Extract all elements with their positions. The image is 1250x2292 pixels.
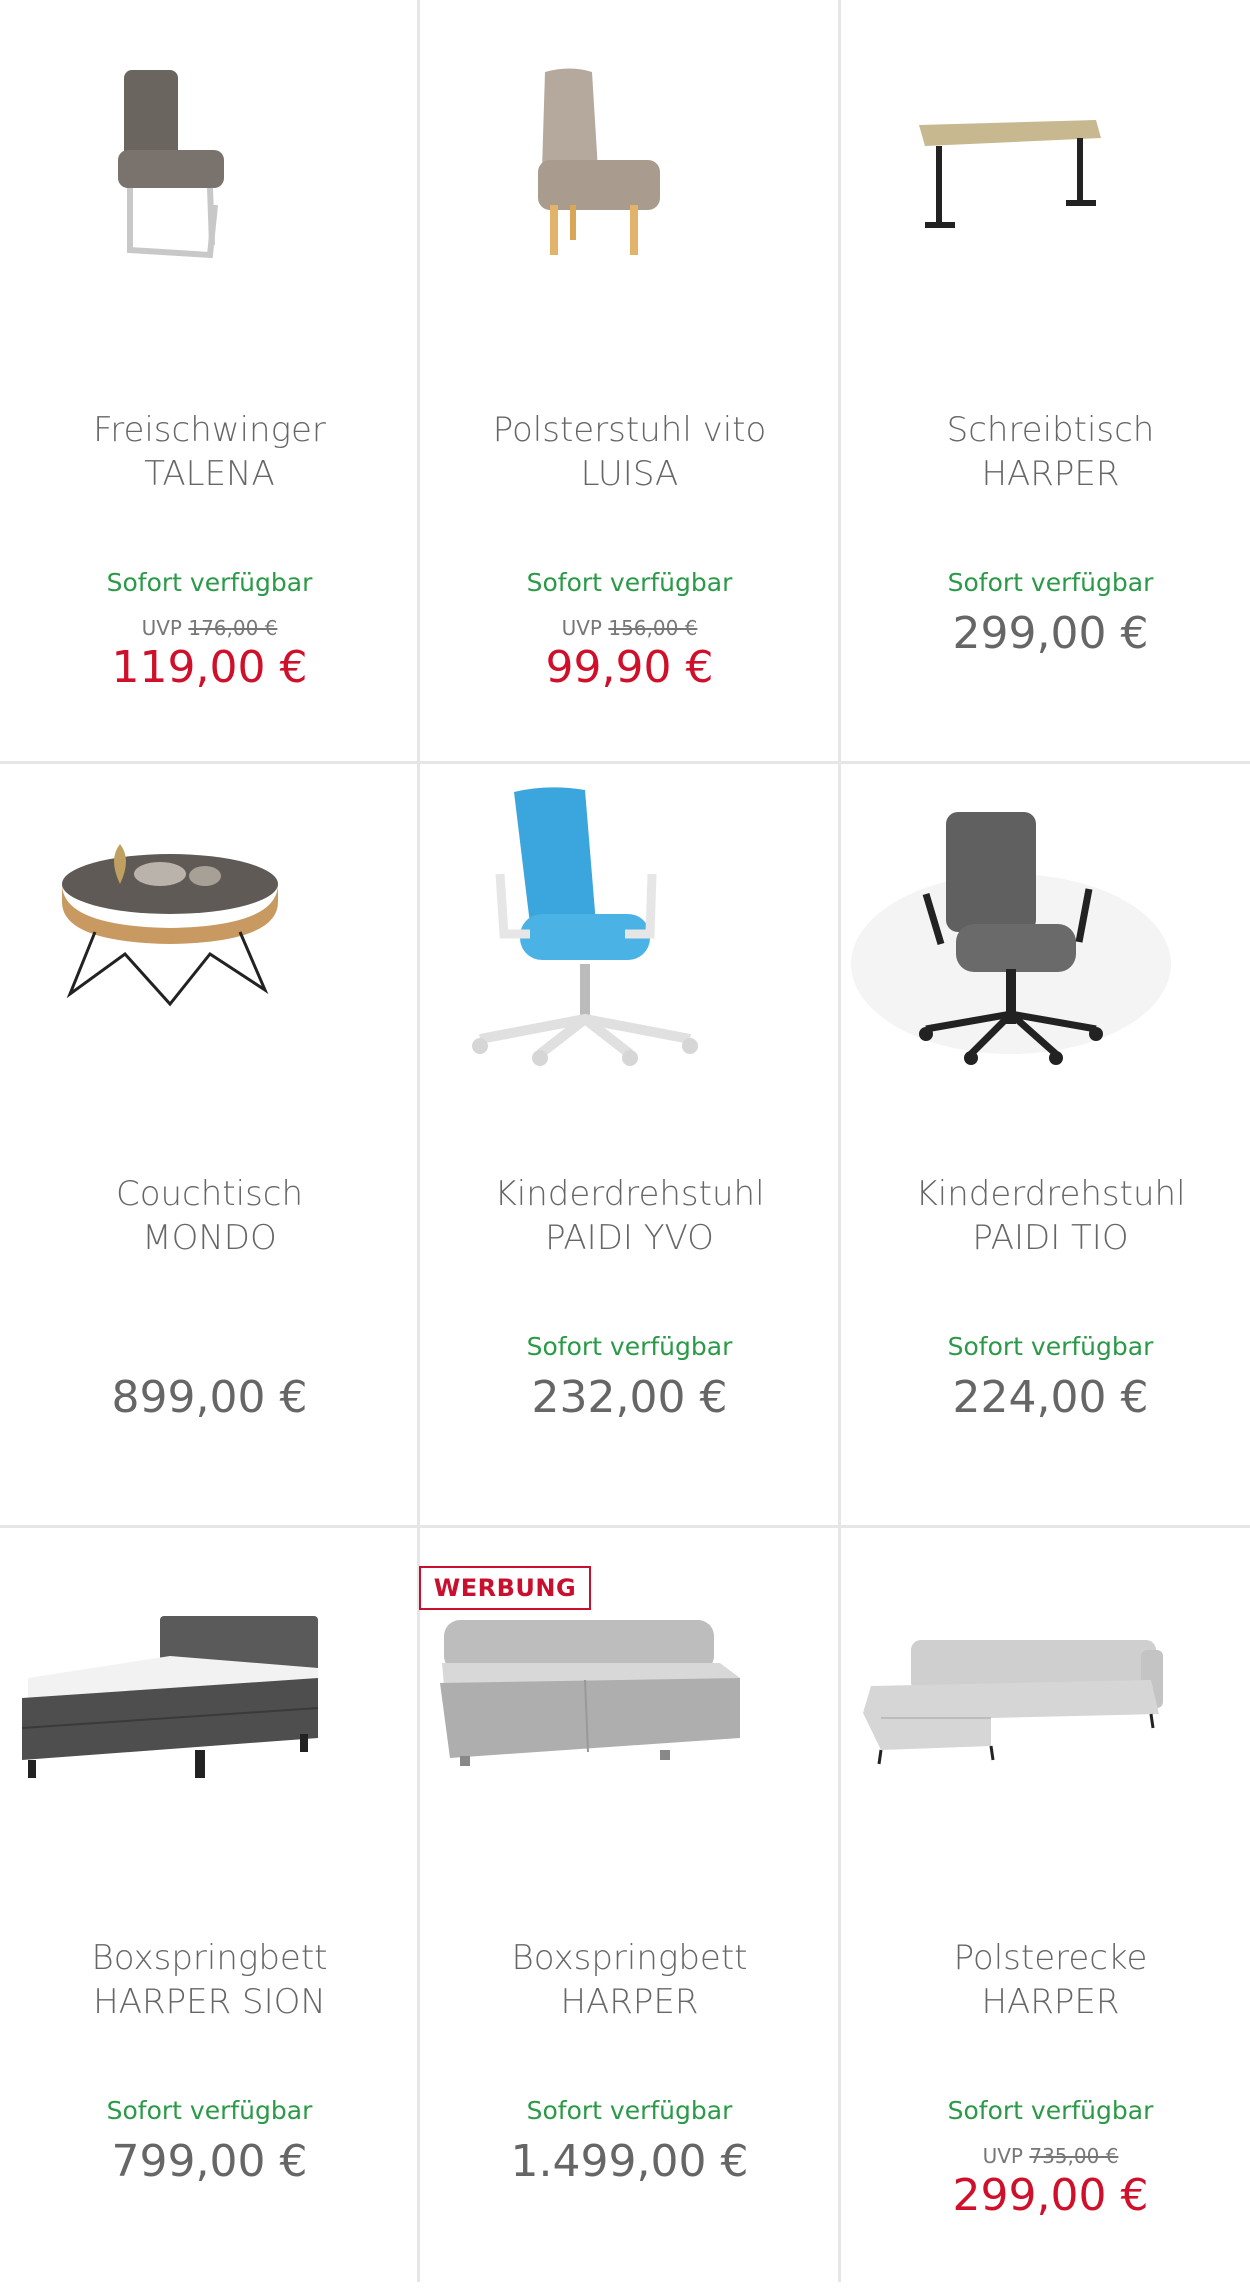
availability-status: Sofort verfügbar [947, 568, 1154, 597]
product-card[interactable]: Polsterstuhl vito LUISA Sofort verfügbar… [420, 0, 839, 764]
product-title-line1[interactable]: Kinderdrehstuhl [841, 1172, 1250, 1216]
product-image-sofa[interactable] [841, 1528, 1250, 1858]
uvp-strikethrough-price: 156,00 € [608, 616, 698, 640]
product-image-desk-chair[interactable] [841, 764, 1250, 1094]
uvp-price: UVP 735,00 € [841, 2144, 1250, 2168]
uvp-label: UVP [982, 2144, 1023, 2168]
availability-status: Sofort verfügbar [947, 2096, 1154, 2125]
product-title-line1[interactable]: Polsterstuhl vito [420, 408, 839, 452]
availability-status: Sofort verfügbar [947, 1332, 1154, 1361]
product-image-desk-chair[interactable] [420, 764, 839, 1094]
product-title-line1[interactable]: Kinderdrehstuhl [420, 1172, 839, 1216]
product-title-line1[interactable]: Couchtisch [0, 1172, 419, 1216]
product-title-line1[interactable]: Boxspringbett [0, 1936, 419, 1980]
sale-price: 299,00 € [952, 2170, 1149, 2221]
product-title-line2[interactable]: HARPER [841, 1980, 1250, 2024]
price: 1.499,00 € [510, 2136, 749, 2187]
product-title-line1[interactable]: Schreibtisch [841, 408, 1250, 452]
product-card[interactable]: Kinderdrehstuhl PAIDI YVO Sofort verfügb… [420, 764, 839, 1528]
product-title-line2[interactable]: PAIDI TIO [841, 1216, 1250, 1260]
uvp-strikethrough-price: 176,00 € [188, 616, 278, 640]
product-card[interactable]: Couchtisch MONDO 899,00 € [0, 764, 419, 1528]
product-title-line1[interactable]: Boxspringbett [420, 1936, 839, 1980]
price: 299,00 € [952, 608, 1149, 659]
uvp-label: UVP [561, 616, 602, 640]
product-title-line1[interactable]: Freischwinger [0, 408, 419, 452]
availability-status: Sofort verfügbar [526, 2096, 733, 2125]
product-image-bed[interactable] [0, 1528, 419, 1858]
price: 232,00 € [531, 1372, 728, 1423]
product-title-line2[interactable]: LUISA [420, 452, 839, 496]
product-image-desk[interactable] [841, 0, 1250, 330]
product-image-chair[interactable] [420, 0, 839, 330]
product-card[interactable]: Freischwinger TALENA Sofort verfügbar UV… [0, 0, 419, 764]
price: 799,00 € [111, 2136, 308, 2187]
availability-status: Sofort verfügbar [106, 2096, 313, 2125]
product-card[interactable]: Schreibtisch HARPER Sofort verfügbar 299… [841, 0, 1250, 764]
availability-status: Sofort verfügbar [526, 1332, 733, 1361]
product-card[interactable]: Kinderdrehstuhl PAIDI TIO Sofort verfügb… [841, 764, 1250, 1528]
price: 224,00 € [952, 1372, 1149, 1423]
product-title-line2[interactable]: TALENA [0, 452, 419, 496]
product-card[interactable]: Boxspringbett HARPER SION Sofort verfügb… [0, 1528, 419, 2292]
uvp-price: UVP 176,00 € [0, 616, 419, 640]
uvp-price: UVP 156,00 € [420, 616, 839, 640]
availability-status: Sofort verfügbar [526, 568, 733, 597]
price: 899,00 € [111, 1372, 308, 1423]
uvp-strikethrough-price: 735,00 € [1029, 2144, 1119, 2168]
product-card[interactable]: Polsterecke HARPER Sofort verfügbar UVP … [841, 1528, 1250, 2292]
product-title-line2[interactable]: HARPER SION [0, 1980, 419, 2024]
uvp-label: UVP [141, 616, 182, 640]
sale-price: 99,90 € [545, 642, 714, 693]
product-grid: Freischwinger TALENA Sofort verfügbar UV… [0, 0, 1250, 2282]
product-title-line2[interactable]: PAIDI YVO [420, 1216, 839, 1260]
sale-price: 119,00 € [111, 642, 308, 693]
product-card[interactable]: Boxspringbett HARPER Sofort verfügbar 1.… [420, 1528, 839, 2292]
advertising-badge: WERBUNG [419, 1566, 591, 1610]
product-title-line1[interactable]: Polsterecke [841, 1936, 1250, 1980]
product-title-line2[interactable]: HARPER [420, 1980, 839, 2024]
product-title-line2[interactable]: MONDO [0, 1216, 419, 1260]
product-image-coffee-table[interactable] [0, 764, 419, 1094]
product-image-chair[interactable] [0, 0, 419, 330]
availability-status: Sofort verfügbar [106, 568, 313, 597]
product-title-line2[interactable]: HARPER [841, 452, 1250, 496]
